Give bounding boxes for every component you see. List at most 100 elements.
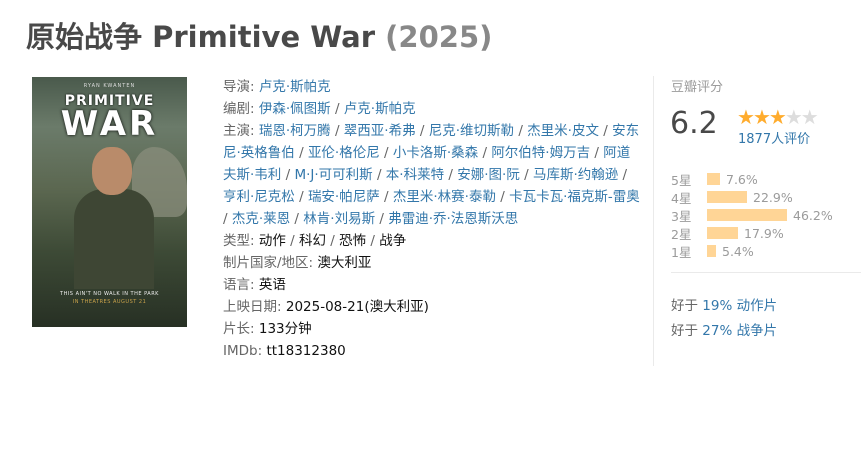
cast-link[interactable]: 亨利·尼克松 (223, 189, 295, 205)
star-empty-icon: ★ (800, 105, 819, 129)
better-than-item: 好于 19% 动作片 (671, 294, 777, 319)
rating-row-label: 4星 (671, 190, 692, 206)
cast-link[interactable]: 马库斯·约翰逊 (533, 167, 618, 183)
rating-row: 2星 17.9% (671, 224, 861, 242)
rating-label: 豆瓣评分 (671, 80, 724, 95)
release-value: 2025-08-21(澳大利亚) (285, 299, 429, 315)
page-title: 原始战争 Primitive War (2025) (26, 14, 492, 56)
separator: / (618, 167, 628, 183)
cast-link[interactable]: 翠西亚·希弗 (344, 123, 416, 139)
rating-row: 4星 22.9% (671, 188, 861, 206)
writer-label: 编剧: (223, 101, 255, 117)
cast-label: 主演: (223, 123, 255, 139)
genre-row: 类型: 动作 / 科幻 / 恐怖 / 战争 (223, 230, 643, 252)
separator: / (281, 167, 295, 183)
rating-row-percent: 7.6% (726, 171, 758, 187)
cast-link[interactable]: 弗雷迪·乔·法恩斯沃思 (388, 211, 518, 227)
cast-link[interactable]: 瑞恩·柯万腾 (259, 123, 331, 139)
cast-link[interactable]: 阿尔伯特·姆万吉 (491, 145, 590, 161)
star-filled-icon: ★ (752, 105, 771, 129)
writer-row: 编剧: 伊森·佩图斯 / 卢克·斯帕克 (223, 98, 643, 120)
cast-link[interactable]: 小卡洛斯·桑森 (393, 145, 478, 161)
separator: / (223, 211, 232, 227)
rating-panel: 豆瓣评分 6.2 ★★★★★ 1877人评价 5星 7.6% 4星 22.9% 3星 46… (653, 76, 861, 366)
rating-bar (707, 245, 716, 257)
genre-label: 类型: (223, 233, 255, 249)
cast-link[interactable]: 杰里米·林赛·泰勒 (393, 189, 496, 205)
separator: / (478, 145, 492, 161)
release-row: 上映日期: 2025-08-21(澳大利亚) (223, 296, 643, 318)
cast-link[interactable]: 杰克·莱恩 (232, 211, 290, 227)
rating-row-percent: 17.9% (744, 225, 784, 241)
movie-poster[interactable]: RYAN KWANTEN PRIMITIVE WAR THIS AIN'T NO… (32, 77, 187, 327)
rating-votes-link[interactable]: 1877人评价 (738, 128, 810, 147)
rating-row-label: 5星 (671, 172, 692, 188)
country-value: 澳大利亚 (317, 255, 372, 271)
cast-link[interactable]: 瑞安·帕尼萨 (308, 189, 380, 205)
star-filled-icon: ★ (768, 105, 787, 129)
separator: / (330, 123, 344, 139)
cast-link[interactable]: 杰里米·皮文 (527, 123, 599, 139)
rating-bar (707, 173, 720, 185)
genre-item: 战争 (379, 233, 407, 249)
rating-stars: ★★★★★ (737, 105, 819, 129)
movie-year: (2025) (385, 20, 493, 54)
cast-link[interactable]: 林肯·刘易斯 (303, 211, 375, 227)
writer-link[interactable]: 卢克·斯帕克 (344, 101, 416, 117)
imdb-value: tt18312380 (266, 343, 346, 359)
rating-row-label: 3星 (671, 208, 692, 224)
rating-distribution: 5星 7.6% 4星 22.9% 3星 46.2% 2星 17.9% 1星 5.4% (671, 170, 861, 260)
poster-actor: RYAN KWANTEN (83, 83, 136, 89)
country-label: 制片国家/地区: (223, 255, 314, 271)
separator: / (294, 145, 308, 161)
cast-link[interactable]: 卡瓦卡瓦·福克斯-雷奥 (509, 189, 640, 205)
language-value: 英语 (258, 277, 286, 293)
separator: / (375, 211, 389, 227)
imdb-label: IMDb: (223, 343, 263, 359)
director-row: 导演: 卢克·斯帕克 (223, 76, 643, 98)
separator: / (598, 123, 613, 139)
director-link[interactable]: 卢克·斯帕克 (259, 79, 331, 95)
separator: / (379, 145, 393, 161)
rating-row: 1星 5.4% (671, 242, 861, 260)
genre-item: 恐怖 (339, 233, 367, 249)
better-than-list: 好于 19% 动作片 好于 27% 战争片 (671, 294, 777, 344)
writer-list: 伊森·佩图斯 / 卢克·斯帕克 (259, 101, 416, 117)
rating-row: 5星 7.6% (671, 170, 861, 188)
rating-row-percent: 46.2% (793, 207, 833, 223)
separator: / (294, 189, 308, 205)
better-than-link[interactable]: 27% 战争片 (702, 323, 777, 339)
poster-tagline: THIS AIN'T NO WALK IN THE PARK (60, 291, 159, 297)
runtime-value: 133分钟 (258, 321, 312, 337)
rating-bar (707, 209, 787, 221)
rating-row-percent: 5.4% (722, 243, 754, 259)
writer-link[interactable]: 伊森·佩图斯 (259, 101, 331, 117)
separator: / (330, 101, 344, 117)
cast-link[interactable]: M·J·可可利斯 (294, 167, 372, 183)
cast-row: 主演: 瑞恩·柯万腾 / 翠西亚·希弗 / 尼克·维切斯勒 / 杰里米·皮文 /… (223, 120, 643, 230)
cast-link[interactable]: 安娜·图·阮 (457, 167, 520, 183)
separator: / (372, 167, 386, 183)
release-label: 上映日期: (223, 299, 282, 315)
better-than-link[interactable]: 19% 动作片 (702, 298, 777, 314)
separator: / (519, 167, 533, 183)
separator: / (285, 233, 299, 249)
cast-link[interactable]: 尼克·维切斯勒 (429, 123, 514, 139)
imdb-row: IMDb: tt18312380 (223, 340, 643, 362)
cast-link[interactable]: 本·科莱特 (386, 167, 444, 183)
rating-row-percent: 22.9% (753, 189, 793, 205)
language-row: 语言: 英语 (223, 274, 643, 296)
poster-release: IN THEATRES AUGUST 21 (72, 299, 147, 305)
rating-row: 3星 46.2% (671, 206, 861, 224)
better-than-item: 好于 27% 战争片 (671, 319, 777, 344)
rating-score: 6.2 (670, 106, 718, 141)
language-label: 语言: (223, 277, 255, 293)
rating-row-label: 2星 (671, 226, 692, 242)
cast-link[interactable]: 亚伦·格伦尼 (308, 145, 380, 161)
genre-list: 动作 / 科幻 / 恐怖 / 战争 (259, 233, 406, 249)
separator: / (495, 189, 510, 205)
runtime-label: 片长: (223, 321, 255, 337)
genre-item: 科幻 (299, 233, 326, 249)
director-label: 导演: (223, 79, 255, 95)
movie-info: 导演: 卢克·斯帕克 编剧: 伊森·佩图斯 / 卢克·斯帕克 主演: 瑞恩·柯万… (223, 76, 643, 362)
